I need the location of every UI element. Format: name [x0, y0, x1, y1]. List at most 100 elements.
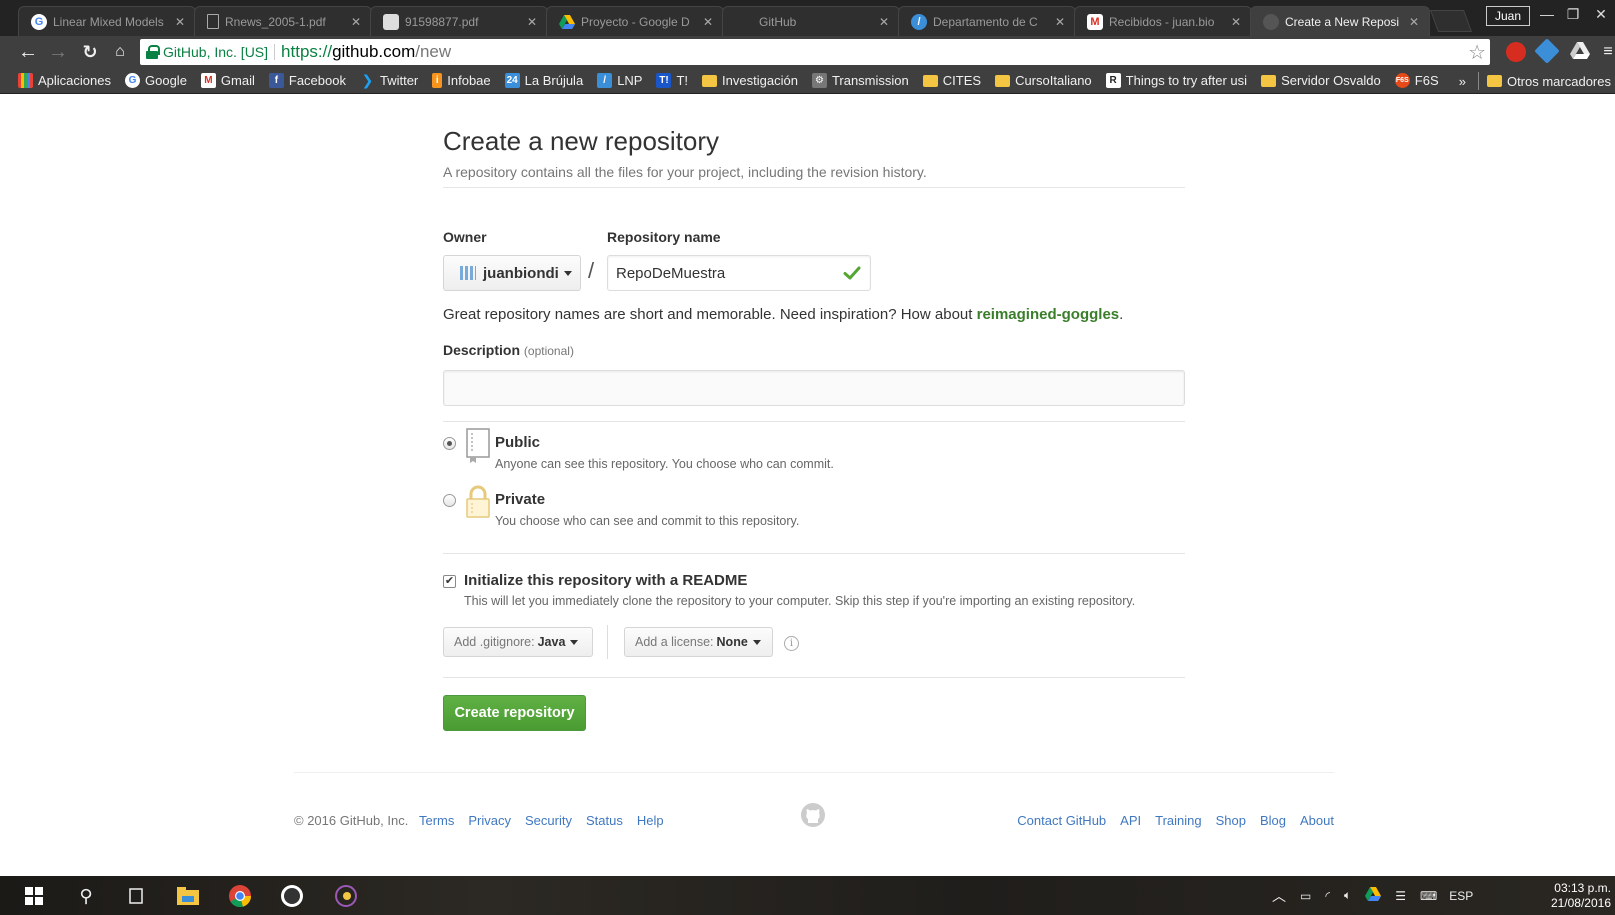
footer-link-status[interactable]: Status	[586, 813, 623, 828]
bookmark-servidor-osvaldo[interactable]: Servidor Osvaldo	[1261, 73, 1381, 88]
footer-link-privacy[interactable]: Privacy	[468, 813, 511, 828]
bookmark-transmission[interactable]: ⚙ Transmission	[811, 73, 909, 88]
public-radio[interactable]	[443, 437, 456, 450]
footer-link-help[interactable]: Help	[637, 813, 664, 828]
tab-departamento[interactable]: / Departamento de C ✕	[898, 6, 1076, 36]
address-bar[interactable]: GitHub, Inc. [US] https://github.com/new…	[140, 39, 1490, 65]
input-language[interactable]: ESP	[1449, 889, 1473, 903]
close-tab-icon[interactable]: ✕	[527, 15, 537, 29]
search-icon[interactable]: ⚲	[74, 884, 98, 908]
bookmark-aplicaciones[interactable]: Aplicaciones	[18, 73, 111, 88]
bookmark-twitter[interactable]: ❯ Twitter	[360, 72, 419, 88]
bookmark-infobae[interactable]: i Infobae	[432, 73, 491, 88]
close-window-button[interactable]: ✕	[1588, 4, 1614, 26]
tab-linear-mixed-models[interactable]: G Linear Mixed Models ✕	[18, 6, 196, 36]
bookmark-things-to-try[interactable]: R Things to try after usi	[1105, 73, 1247, 88]
home-button[interactable]: ⌂	[108, 40, 132, 64]
apps-icon	[18, 73, 33, 88]
app-icon[interactable]	[334, 884, 358, 908]
restore-button[interactable]: ❐	[1560, 4, 1586, 26]
bookmark-cursoitaliano[interactable]: CursoItaliano	[995, 73, 1092, 88]
google-drive-icon[interactable]	[1365, 887, 1382, 904]
tab-github[interactable]: GitHub ✕	[722, 6, 900, 36]
profile-button[interactable]: Juan	[1486, 6, 1531, 26]
file-explorer-icon[interactable]	[176, 884, 200, 908]
footer-link-training[interactable]: Training	[1155, 813, 1201, 828]
owner-select-button[interactable]: juanbiondi	[443, 255, 581, 291]
chrome-icon[interactable]	[228, 884, 252, 908]
bookmark-gmail[interactable]: M Gmail	[200, 73, 255, 88]
close-tab-icon[interactable]: ✕	[1231, 15, 1241, 29]
tab-gmail-inbox[interactable]: M Recibidos - juan.bio ✕	[1074, 6, 1252, 36]
readme-checkbox[interactable]: ✔	[443, 575, 456, 588]
secure-connection-badge[interactable]: GitHub, Inc. [US]	[146, 44, 276, 60]
tab-create-new-repository[interactable]: Create a New Reposi ✕	[1250, 6, 1430, 36]
adblock-extension-icon[interactable]	[1506, 42, 1526, 62]
repository-name-label: Repository name	[607, 229, 721, 245]
divider	[443, 553, 1185, 554]
info-icon[interactable]: i	[784, 636, 799, 651]
bookmark-lnp[interactable]: / LNP	[597, 73, 642, 88]
gmail-icon: M	[200, 73, 216, 88]
github-octocat-icon[interactable]	[800, 802, 826, 828]
tab-google-drive[interactable]: Proyecto - Google D ✕	[546, 6, 724, 36]
close-tab-icon[interactable]: ✕	[1409, 15, 1419, 29]
tab-pdf-91598877[interactable]: 91598877.pdf ✕	[370, 6, 548, 36]
folder-icon	[702, 74, 718, 87]
lock-icon	[146, 45, 160, 59]
close-tab-icon[interactable]: ✕	[879, 15, 889, 29]
footer-link-about[interactable]: About	[1300, 813, 1334, 828]
bookmark-t[interactable]: T! T!	[656, 73, 688, 88]
battery-icon[interactable]: ▭	[1300, 889, 1311, 903]
create-repository-button[interactable]: Create repository	[443, 695, 586, 731]
github-desktop-icon[interactable]	[280, 884, 304, 908]
footer-link-security[interactable]: Security	[525, 813, 572, 828]
tab-rnews-pdf[interactable]: Rnews_2005-1.pdf ✕	[194, 6, 372, 36]
bookmark-la-brujula[interactable]: 24 La Brújula	[504, 73, 583, 88]
name-suggestion-link[interactable]: reimagined-goggles	[977, 306, 1120, 323]
bookmark-facebook[interactable]: f Facebook	[268, 73, 346, 88]
action-center-icon[interactable]: ☰	[1395, 889, 1406, 903]
reload-button[interactable]: ↻	[78, 40, 102, 64]
other-bookmarks-button[interactable]: Otros marcadores	[1507, 74, 1611, 89]
private-radio[interactable]	[443, 494, 456, 507]
license-select[interactable]: Add a license: None	[624, 627, 773, 657]
gitignore-value: Java	[537, 635, 566, 649]
back-button[interactable]: ←	[16, 40, 40, 64]
wifi-icon[interactable]: ◜	[1325, 889, 1330, 903]
bookmark-f6s[interactable]: F6S F6S	[1394, 73, 1439, 88]
bookmark-star-icon[interactable]: ☆	[1468, 40, 1486, 65]
private-title[interactable]: Private	[495, 491, 545, 508]
close-tab-icon[interactable]: ✕	[351, 15, 361, 29]
system-clock[interactable]: 03:13 p.m. 21/08/2016	[1551, 881, 1611, 911]
footer-link-terms[interactable]: Terms	[419, 813, 454, 828]
repository-name-input[interactable]	[607, 255, 871, 291]
volume-icon[interactable]: 🔈︎	[1344, 888, 1351, 903]
close-tab-icon[interactable]: ✕	[1055, 15, 1065, 29]
public-title[interactable]: Public	[495, 434, 540, 451]
bookmark-cites[interactable]: CITES	[922, 73, 981, 88]
page-title: Create a new repository	[443, 126, 720, 156]
extension-icon[interactable]	[1534, 38, 1560, 64]
keyboard-icon[interactable]: ⌨	[1420, 889, 1437, 903]
task-view-icon[interactable]	[124, 884, 148, 908]
footer-link-api[interactable]: API	[1120, 813, 1141, 828]
minimize-button[interactable]: —	[1534, 4, 1560, 26]
show-hidden-icons-icon[interactable]: ︿	[1272, 886, 1286, 906]
close-tab-icon[interactable]: ✕	[175, 15, 185, 29]
bookmark-google[interactable]: G Google	[125, 73, 187, 88]
chrome-menu-icon[interactable]: ≡	[1596, 40, 1615, 64]
footer-link-contact[interactable]: Contact GitHub	[1017, 813, 1106, 828]
footer-link-shop[interactable]: Shop	[1216, 813, 1246, 828]
gitignore-select[interactable]: Add .gitignore: Java	[443, 627, 593, 657]
windows-start-icon[interactable]	[22, 884, 46, 908]
new-tab-button[interactable]	[1429, 10, 1473, 32]
bookmark-investigacion[interactable]: Investigación	[702, 73, 798, 88]
close-tab-icon[interactable]: ✕	[703, 15, 713, 29]
description-input[interactable]	[443, 370, 1185, 406]
readme-title[interactable]: Initialize this repository with a README	[464, 572, 747, 589]
footer-link-blog[interactable]: Blog	[1260, 813, 1286, 828]
forward-button[interactable]: →	[46, 40, 70, 64]
drive-extension-icon[interactable]	[1570, 42, 1590, 62]
bookmarks-overflow-button[interactable]: »	[1459, 74, 1466, 89]
